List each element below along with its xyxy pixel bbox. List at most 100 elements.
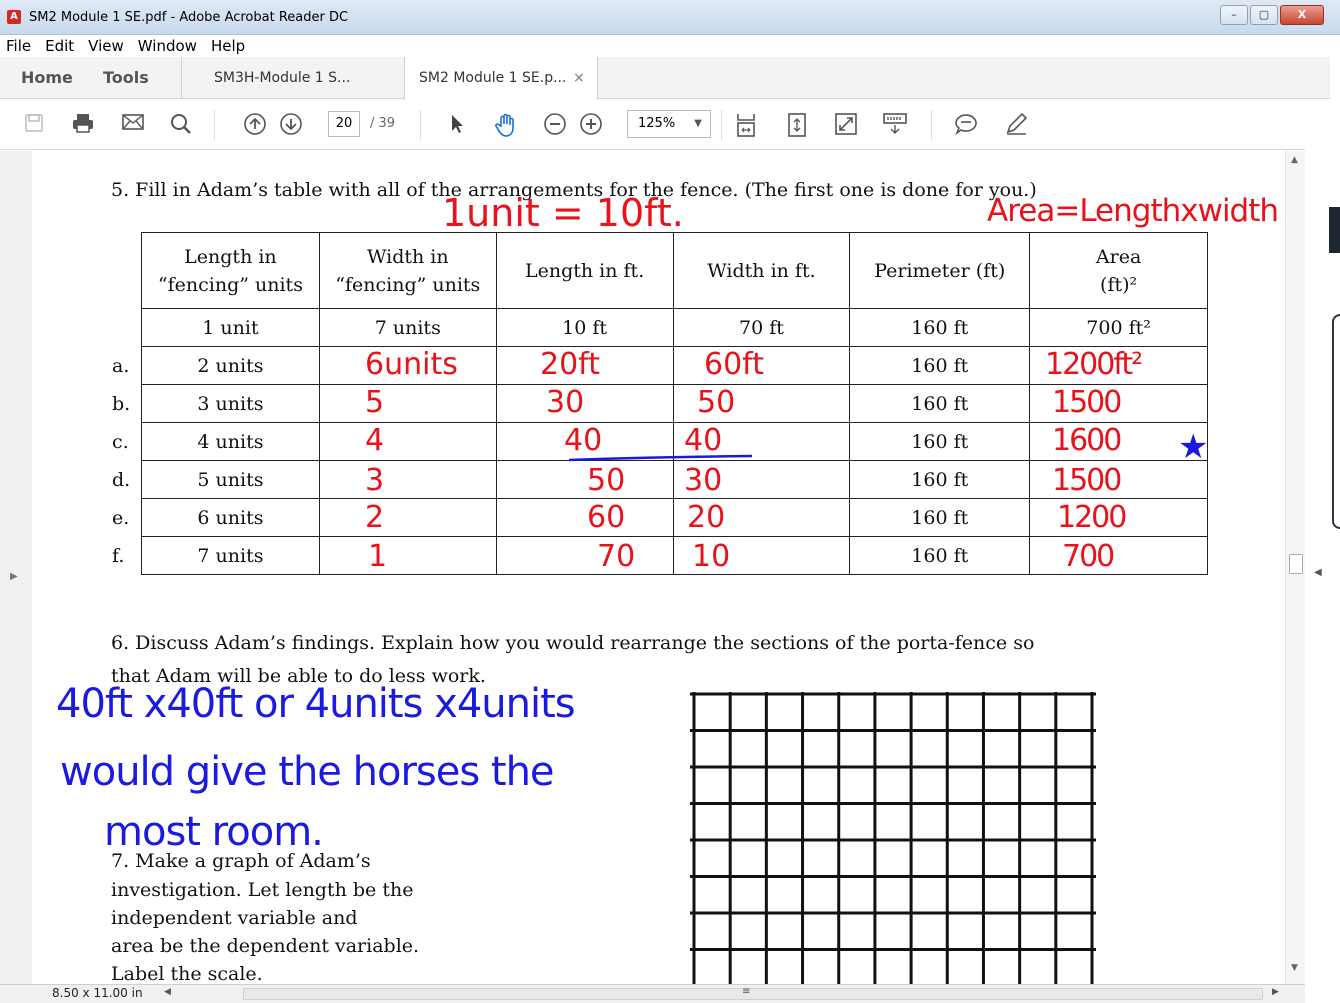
handwritten-area: 700 <box>1062 539 1115 574</box>
table-row-example: 1 unit 7 units 10 ft 70 ft 160 ft 700 ft… <box>141 308 1208 347</box>
title-bar: A SM2 Module 1 SE.pdf - Adobe Acrobat Re… <box>0 0 1340 35</box>
zoom-in-icon[interactable] <box>578 112 604 138</box>
close-window-button[interactable]: X <box>1280 5 1324 25</box>
right-pane-edge: ◀ <box>1305 99 1340 1003</box>
handwritten-area: 1500 <box>1052 463 1122 498</box>
close-tab-icon[interactable]: × <box>573 57 585 99</box>
minimize-button[interactable]: – <box>1220 5 1248 25</box>
save-icon[interactable] <box>21 112 47 138</box>
table-cell <box>495 536 674 575</box>
print-icon[interactable] <box>70 112 96 138</box>
table-cell: 160 ft <box>849 308 1031 347</box>
page-up-icon[interactable] <box>242 112 268 138</box>
vertical-scrollbar[interactable]: ▲ ▼ <box>1285 151 1305 984</box>
status-bar: 8.50 x 11.00 in ◀ ≡ ▶ <box>0 984 1305 1003</box>
horizontal-scrollbar[interactable] <box>243 988 1263 1000</box>
tab-home[interactable]: Home <box>21 68 73 87</box>
toolbar-separator <box>420 110 421 140</box>
scroll-grip-icon[interactable]: ≡ <box>742 986 750 997</box>
graph-grid <box>690 692 1096 984</box>
question-7-text: Label the scale. <box>111 963 263 984</box>
table-cell: 4 units <box>141 422 320 461</box>
question-7-text: investigation. Let length be the <box>111 879 414 901</box>
table-cell: 2 units <box>141 346 320 385</box>
page-size-label: 8.50 x 11.00 in <box>52 986 143 1000</box>
scroll-down-icon[interactable]: ▼ <box>1291 963 1298 973</box>
menu-help[interactable]: Help <box>211 37 245 55</box>
table-header: Length in ft. <box>495 232 674 309</box>
row-label: b. <box>112 393 131 415</box>
table-cell <box>1029 536 1208 575</box>
sign-icon[interactable] <box>1004 112 1030 138</box>
toolbar-separator <box>931 110 932 140</box>
document-tab-sm3h[interactable]: SM3H-Module 1 S... <box>200 57 396 99</box>
maximize-button[interactable]: ▢ <box>1250 5 1278 25</box>
table-cell: 3 units <box>141 384 320 423</box>
right-pane-tab[interactable] <box>1329 207 1340 253</box>
table-header-row: Length in “fencing” units Width in “fencin… <box>141 232 1208 309</box>
handwritten-length-ft: 70 <box>597 539 636 574</box>
zoom-select[interactable]: 125% ▼ <box>627 110 711 138</box>
menu-view[interactable]: View <box>88 37 124 55</box>
zoom-out-icon[interactable] <box>542 112 568 138</box>
email-icon[interactable] <box>120 112 146 138</box>
scroll-thumb[interactable] <box>1289 554 1303 574</box>
acrobat-app-icon: A <box>7 10 21 24</box>
menu-window[interactable]: Window <box>138 37 197 55</box>
handwritten-width-ft: 50 <box>697 385 736 420</box>
menu-edit[interactable]: Edit <box>45 37 74 55</box>
table-cell <box>495 498 674 537</box>
select-arrow-icon[interactable] <box>444 112 470 138</box>
handwritten-width-units: 5 <box>365 385 385 420</box>
handwritten-answer: most room. <box>104 809 324 855</box>
question-7-text: 7. Make a graph of Adam’s <box>111 850 371 872</box>
question-7-text: area be the dependent variable. <box>111 935 420 957</box>
handwritten-answer: would give the horses the <box>60 749 555 795</box>
page-total: / 39 <box>370 116 396 131</box>
window-controls: – ▢ X <box>1220 5 1324 25</box>
handwritten-area: 1200 <box>1057 500 1127 535</box>
table-cell: 6 units <box>141 498 320 537</box>
table-cell: 70 ft <box>672 308 851 347</box>
comment-icon[interactable] <box>953 112 979 138</box>
collapse-right-panel-icon[interactable]: ◀ <box>1314 567 1322 578</box>
scroll-mode-icon[interactable] <box>784 112 810 138</box>
menu-file[interactable]: File <box>6 37 31 55</box>
table-row: 3 units 160 ft <box>141 384 1208 423</box>
hand-icon[interactable] <box>493 112 519 138</box>
handwritten-length-ft: 50 <box>587 463 626 498</box>
table-cell <box>318 422 497 461</box>
fence-table: Length in “fencing” units Width in “fencin… <box>141 232 1208 575</box>
scroll-left-icon[interactable]: ◀ <box>164 987 171 997</box>
page-number-input[interactable]: 20 <box>328 111 360 137</box>
page-down-icon[interactable] <box>278 112 304 138</box>
right-pane-handle[interactable] <box>1332 314 1340 529</box>
handwritten-width-ft: 60ft <box>704 347 764 382</box>
table-row: 5 units 160 ft <box>141 460 1208 499</box>
table-header: Length in “fencing” units <box>141 232 320 309</box>
handwritten-length-ft: 20ft <box>540 347 600 382</box>
read-mode-icon[interactable] <box>882 112 908 138</box>
full-screen-icon[interactable] <box>833 112 859 138</box>
tab-divider <box>181 57 182 99</box>
tab-tools[interactable]: Tools <box>103 68 149 87</box>
document-tab-label: SM2 Module 1 SE.p... <box>419 70 567 86</box>
pdf-page: 5. Fill in Adam’s table with all of the … <box>32 151 1285 984</box>
expand-left-panel-icon[interactable]: ▶ <box>10 571 18 582</box>
tab-bar: Home Tools SM3H-Module 1 S... SM2 Module… <box>0 57 1330 100</box>
document-tab-sm2-active[interactable]: SM2 Module 1 SE.p... × <box>404 57 598 100</box>
row-label: d. <box>112 469 131 491</box>
scroll-right-icon[interactable]: ▶ <box>1272 987 1279 997</box>
scroll-up-icon[interactable]: ▲ <box>1291 155 1298 165</box>
search-icon[interactable] <box>168 112 194 138</box>
row-label: c. <box>112 431 129 453</box>
handwritten-width-ft: 30 <box>684 463 723 498</box>
handwritten-area-formula: Area=Lengthxwidth <box>987 193 1279 229</box>
table-cell: 160 ft <box>849 536 1031 575</box>
document-viewport[interactable]: ▶ 5. Fill in Adam’s table with all of th… <box>0 151 1285 984</box>
table-cell <box>495 384 674 423</box>
table-cell: 700 ft² <box>1029 308 1208 347</box>
fit-page-icon[interactable] <box>733 112 759 138</box>
table-cell: 160 ft <box>849 460 1031 499</box>
question-6-text: 6. Discuss Adam’s findings. Explain how … <box>111 632 1035 654</box>
